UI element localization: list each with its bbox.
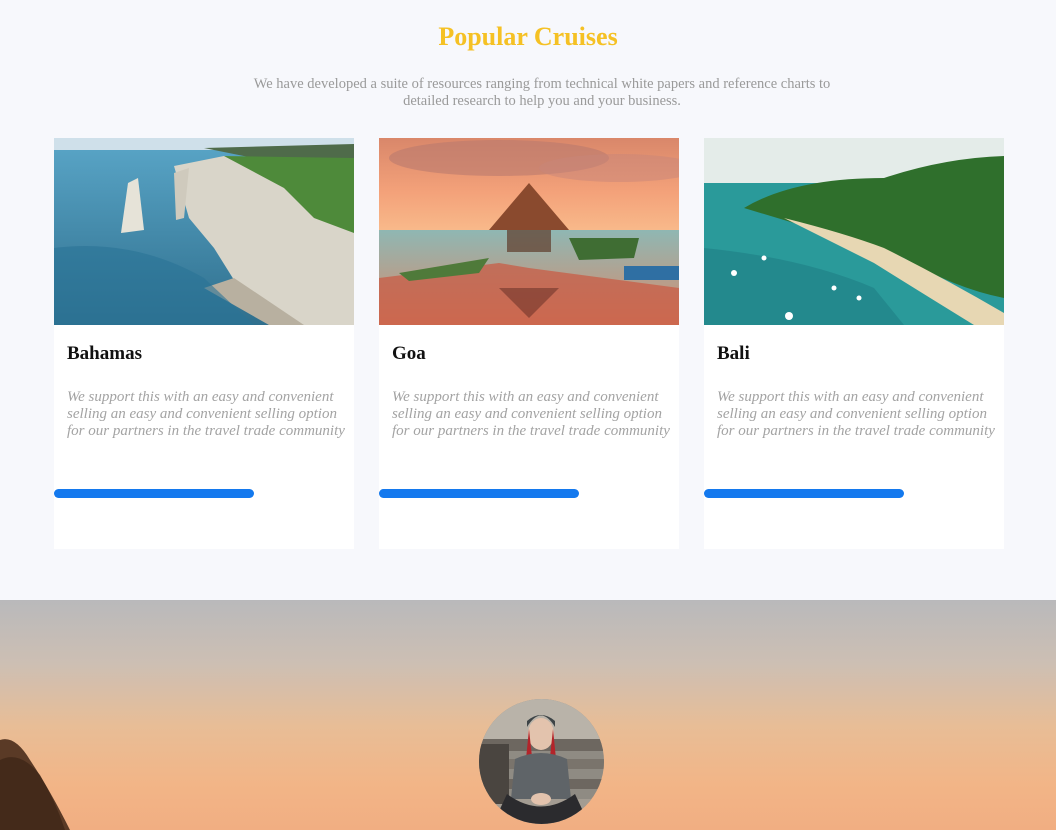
section-title: Popular Cruises — [438, 22, 618, 51]
coastal-cliffs-photo — [54, 138, 354, 325]
cruise-card-goa: Goa We support this with an easy and con… — [379, 138, 679, 549]
card-title: Goa — [392, 343, 426, 364]
person-avatar-photo — [479, 699, 604, 824]
testimonial-section — [0, 600, 1056, 830]
card-action-button[interactable] — [704, 489, 904, 498]
sunset-pavilion-pool-photo — [379, 138, 679, 325]
popular-cruises-section: Popular Cruises We have developed a suit… — [0, 0, 1056, 600]
card-action-button[interactable] — [54, 489, 254, 498]
section-subtitle: We have developed a suite of resources r… — [253, 76, 831, 109]
card-description: We support this with an easy and conveni… — [67, 389, 345, 439]
cruise-card-bali: Bali We support this with an easy and co… — [704, 138, 1004, 549]
card-description: We support this with an easy and conveni… — [392, 389, 670, 439]
card-title: Bali — [717, 343, 750, 364]
cruise-card-bahamas: Bahamas We support this with an easy and… — [54, 138, 354, 549]
card-title: Bahamas — [67, 343, 142, 364]
card-action-button[interactable] — [379, 489, 579, 498]
card-description: We support this with an easy and conveni… — [717, 389, 995, 439]
tropical-bay-photo — [704, 138, 1004, 325]
